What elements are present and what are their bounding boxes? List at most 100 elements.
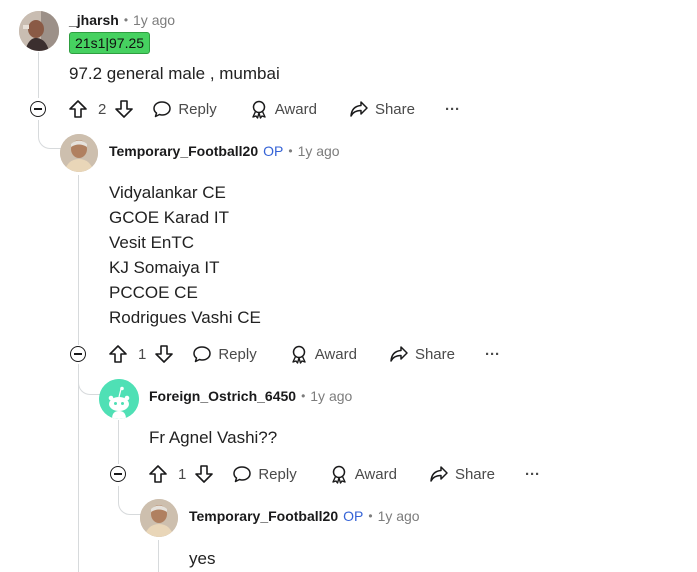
- comment-actions: 1 Reply Award Share ···: [70, 342, 500, 366]
- comment-body: yes: [189, 546, 215, 571]
- upvote-icon: [69, 100, 87, 118]
- downvote-button[interactable]: [154, 344, 174, 364]
- timestamp[interactable]: 1y ago: [378, 508, 420, 524]
- downvote-icon: [155, 345, 174, 363]
- reply-button[interactable]: Reply: [152, 99, 217, 119]
- reply-button[interactable]: Reply: [232, 464, 297, 484]
- user-photo-icon: [19, 11, 59, 51]
- timestamp[interactable]: 1y ago: [133, 12, 175, 28]
- thread-connector: [38, 120, 61, 149]
- thread-connector: [78, 366, 101, 395]
- vote-count: 1: [138, 345, 147, 363]
- author-name[interactable]: Temporary_Football20: [109, 143, 258, 159]
- more-icon: ···: [524, 465, 540, 483]
- award-label: Award: [314, 345, 357, 363]
- separator-dot: •: [301, 389, 306, 403]
- comment-line: Vidyalankar CE: [109, 183, 226, 202]
- comment-line: Fr Agnel Vashi??: [149, 428, 278, 447]
- timestamp[interactable]: 1y ago: [310, 388, 352, 404]
- author-name[interactable]: Temporary_Football20: [189, 508, 338, 524]
- avatar[interactable]: [99, 379, 139, 419]
- upvote-icon: [149, 465, 167, 483]
- user-photo-icon: [140, 499, 178, 537]
- upvote-icon: [109, 345, 127, 363]
- award-button[interactable]: Award: [289, 344, 357, 364]
- avatar[interactable]: [140, 499, 178, 537]
- avatar[interactable]: [60, 134, 98, 172]
- snoo-avatar-icon: [99, 379, 139, 419]
- thread-line-level1: [78, 175, 79, 345]
- award-button[interactable]: Award: [249, 99, 317, 119]
- op-badge: OP: [343, 508, 364, 524]
- more-options-button[interactable]: ···: [445, 101, 460, 118]
- share-button[interactable]: Share: [349, 99, 415, 119]
- share-button[interactable]: Share: [389, 344, 455, 364]
- avatar[interactable]: [19, 11, 59, 51]
- comment-meta: Temporary_Football20 OP • 1y ago: [109, 141, 340, 161]
- thread-connector: [118, 486, 141, 515]
- user-photo-icon: [60, 134, 98, 172]
- thread-line-level3: [158, 540, 159, 572]
- downvote-icon: [195, 465, 214, 483]
- separator-dot: •: [368, 509, 373, 523]
- vote-count: 2: [98, 100, 107, 118]
- share-button[interactable]: Share: [429, 464, 495, 484]
- downvote-button[interactable]: [194, 464, 214, 484]
- collapse-icon[interactable]: [30, 101, 46, 117]
- comment-body: 97.2 general male , mumbai: [69, 61, 280, 86]
- share-icon: [350, 101, 368, 117]
- author-name[interactable]: Foreign_Ostrich_6450: [149, 388, 296, 404]
- separator-dot: •: [288, 144, 293, 158]
- reply-label: Reply: [178, 100, 217, 118]
- upvote-button[interactable]: [68, 99, 88, 119]
- award-button[interactable]: Award: [329, 464, 397, 484]
- share-icon: [430, 466, 448, 482]
- thread-line-level2: [118, 420, 119, 464]
- thread-line-level1-cont: [78, 364, 79, 572]
- comment-actions: 1 Reply Award Share ···: [110, 462, 540, 486]
- share-icon: [390, 346, 408, 362]
- award-icon: [252, 100, 266, 119]
- op-badge: OP: [263, 143, 284, 159]
- award-icon: [292, 345, 306, 364]
- comment-actions: 2 Reply Award Share ···: [30, 97, 460, 121]
- reply-icon: [153, 101, 172, 118]
- more-options-button[interactable]: ···: [525, 466, 540, 483]
- reply-icon: [233, 466, 252, 483]
- downvote-button[interactable]: [114, 99, 134, 119]
- author-name[interactable]: _jharsh: [69, 12, 119, 28]
- award-label: Award: [274, 100, 317, 118]
- comment-meta: Temporary_Football20 OP • 1y ago: [189, 506, 420, 526]
- share-label: Share: [414, 345, 455, 363]
- separator-dot: •: [123, 13, 129, 27]
- share-label: Share: [454, 465, 495, 483]
- comment-line: Vesit EnTC: [109, 233, 195, 252]
- upvote-button[interactable]: [148, 464, 168, 484]
- user-flair: 21s1|97.25: [69, 32, 151, 54]
- comment-meta: _jharsh • 1y ago: [69, 10, 175, 30]
- timestamp[interactable]: 1y ago: [298, 143, 340, 159]
- reply-button[interactable]: Reply: [192, 344, 257, 364]
- comment-body: Fr Agnel Vashi??: [149, 425, 277, 450]
- downvote-icon: [115, 100, 134, 118]
- vote-count: 1: [178, 465, 187, 483]
- reply-icon: [193, 346, 212, 363]
- comment-line: yes: [189, 549, 216, 568]
- collapse-icon[interactable]: [110, 466, 126, 482]
- comment-line: 97.2 general male , mumbai: [69, 64, 280, 83]
- comment-body: Vidyalankar CE GCOE Karad IT Vesit EnTC …: [109, 180, 261, 330]
- thread-line-root: [38, 52, 39, 98]
- award-icon: [332, 465, 346, 484]
- share-label: Share: [374, 100, 415, 118]
- reply-label: Reply: [258, 465, 297, 483]
- reply-label: Reply: [218, 345, 257, 363]
- comment-line: PCCOE CE: [109, 283, 198, 302]
- upvote-button[interactable]: [108, 344, 128, 364]
- collapse-icon[interactable]: [70, 346, 86, 362]
- more-icon: ···: [484, 345, 500, 363]
- comment-line: Rodrigues Vashi CE: [109, 308, 261, 327]
- comment-line: GCOE Karad IT: [109, 208, 229, 227]
- comment-line: KJ Somaiya IT: [109, 258, 220, 277]
- more-options-button[interactable]: ···: [485, 346, 500, 363]
- comment-meta: Foreign_Ostrich_6450 • 1y ago: [149, 386, 352, 406]
